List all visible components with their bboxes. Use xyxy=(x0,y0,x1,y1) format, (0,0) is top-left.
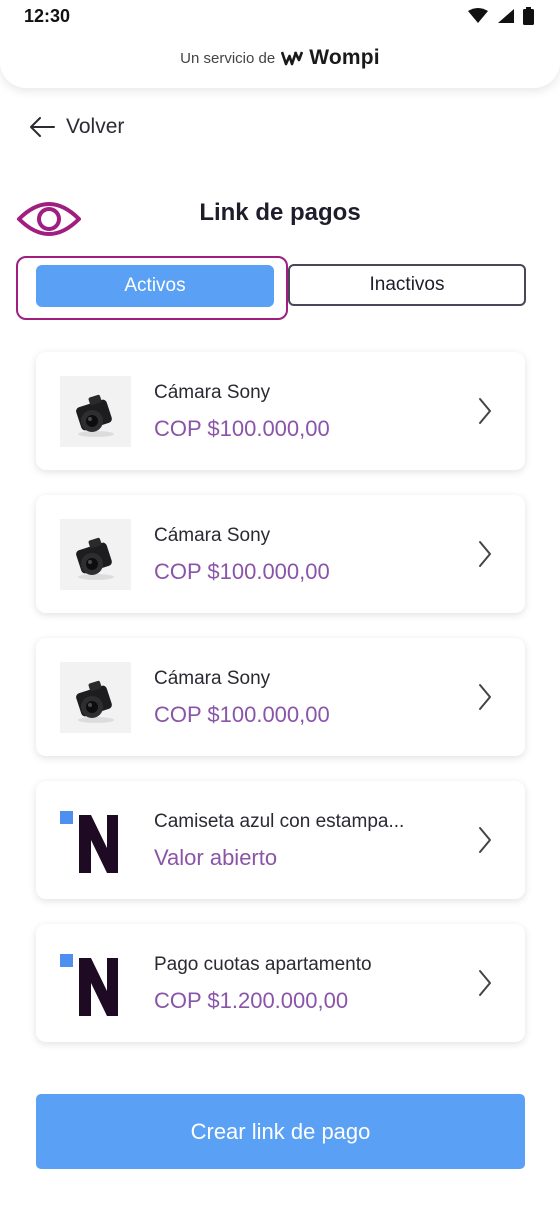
status-icons xyxy=(467,7,534,25)
chevron-right-icon xyxy=(479,970,491,996)
tab-inactivos[interactable]: Inactivos xyxy=(288,264,526,306)
payment-links-list: Cámara Sony COP $100.000,00 Cámara Sony … xyxy=(36,352,525,1067)
chevron-right-icon xyxy=(479,398,491,424)
wompi-logo-icon xyxy=(281,51,304,66)
item-name: Cámara Sony xyxy=(154,668,271,689)
status-time: 12:30 xyxy=(24,6,71,26)
item-price: COP $100.000,00 xyxy=(154,416,330,441)
list-item[interactable]: Cámara Sony COP $100.000,00 xyxy=(36,352,525,470)
camera-image xyxy=(60,662,131,733)
item-name: Cámara Sony xyxy=(154,525,271,546)
app-header: 12:30 Un servicio de Wompi xyxy=(0,0,560,88)
create-payment-link-button[interactable]: Crear link de pago xyxy=(36,1094,525,1169)
item-price: Valor abierto xyxy=(154,845,278,870)
page-title: Link de pagos xyxy=(199,199,361,226)
list-item[interactable]: Cámara Sony COP $100.000,00 xyxy=(36,638,525,756)
wompi-brand: Wompi xyxy=(309,46,380,69)
powered-by: Un servicio de Wompi xyxy=(0,46,560,70)
item-price: COP $1.200.000,00 xyxy=(154,988,349,1013)
item-name: Pago cuotas apartamento xyxy=(154,954,372,975)
arrow-left-icon xyxy=(30,117,55,137)
chevron-right-icon xyxy=(479,827,491,853)
screen: 12:30 Un servicio de Wompi Volver Link d… xyxy=(0,0,560,1205)
cell-signal-icon xyxy=(498,9,514,23)
wifi-icon xyxy=(468,8,488,23)
battery-icon xyxy=(523,7,534,25)
n-logo xyxy=(60,948,131,1019)
back-button[interactable]: Volver xyxy=(28,115,124,139)
chevron-right-icon xyxy=(479,684,491,710)
n-logo xyxy=(60,805,131,876)
item-price: COP $100.000,00 xyxy=(154,702,330,727)
camera-image xyxy=(60,519,131,590)
item-name: Camiseta azul con estampa... xyxy=(154,811,405,832)
back-label: Volver xyxy=(66,115,125,138)
list-item[interactable]: Camiseta azul con estampa... Valor abier… xyxy=(36,781,525,899)
list-item[interactable]: Pago cuotas apartamento COP $1.200.000,0… xyxy=(36,924,525,1042)
chevron-right-icon xyxy=(479,541,491,567)
item-price: COP $100.000,00 xyxy=(154,559,330,584)
service-prefix: Un servicio de xyxy=(180,49,276,67)
item-name: Cámara Sony xyxy=(154,382,271,403)
camera-image xyxy=(60,376,131,447)
tab-activos[interactable]: Activos xyxy=(36,265,274,307)
list-item[interactable]: Cámara Sony COP $100.000,00 xyxy=(36,495,525,613)
